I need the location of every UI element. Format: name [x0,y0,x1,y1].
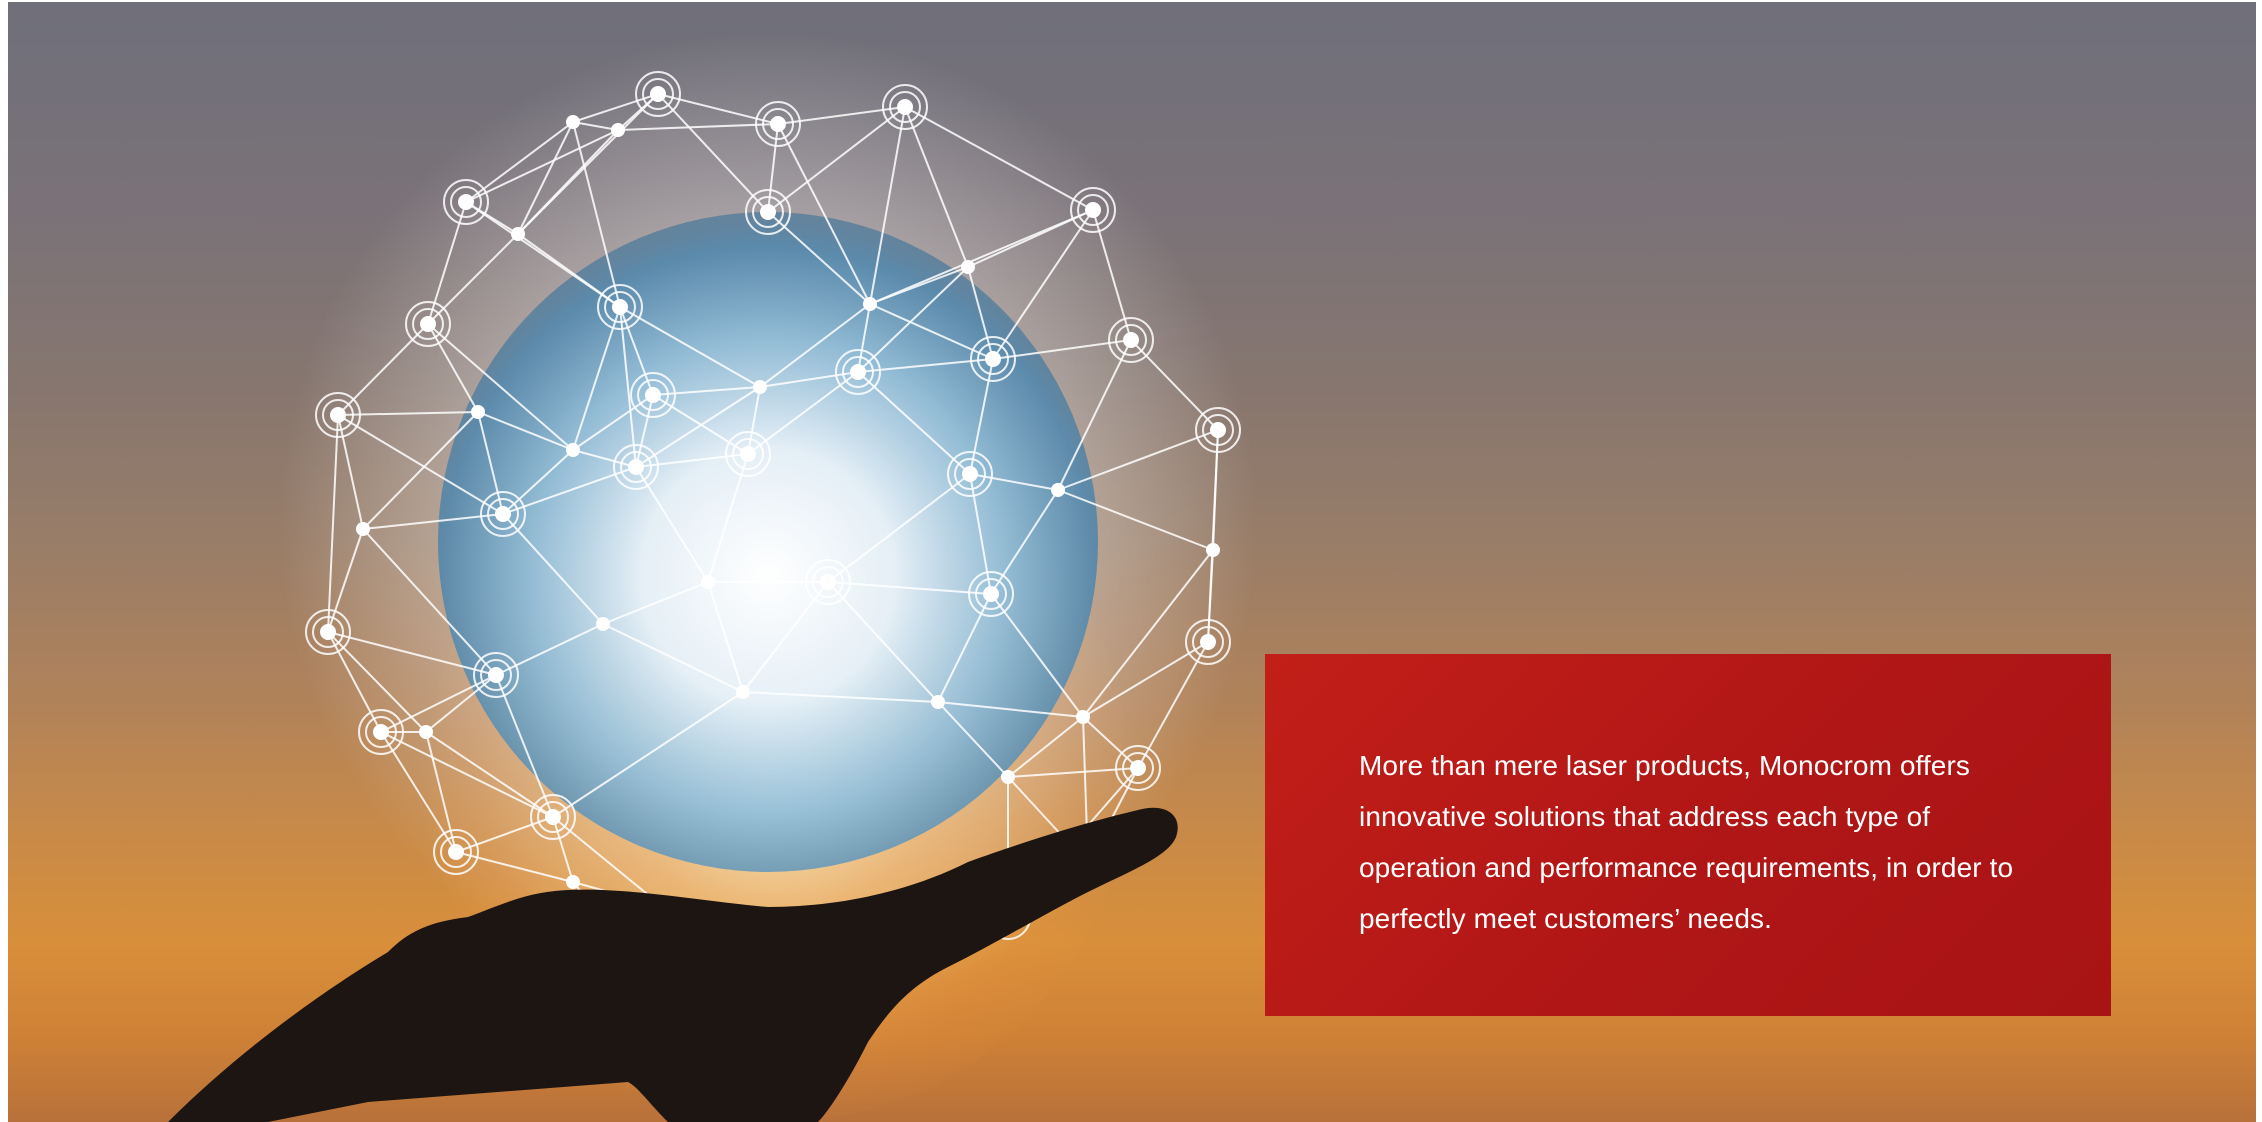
network-node [566,115,580,129]
network-node [356,522,370,536]
network-node [1001,770,1015,784]
network-node [931,695,945,709]
network-node [1115,745,1161,791]
network-node [1108,317,1154,363]
network-node [745,189,791,235]
info-box: More than mere laser products, Monocrom … [1265,654,2111,1016]
network-node [968,571,1014,617]
network-node [835,349,881,395]
globe [438,212,1098,872]
network-node [970,336,1016,382]
network-node [419,725,433,739]
network-node [961,260,975,274]
network-node [701,575,715,589]
network-node [566,443,580,457]
hero-banner: More than mere laser products, Monocrom … [8,2,2256,1122]
network-node [863,297,877,311]
network-node [805,559,851,605]
network-node [882,84,928,130]
network-node [635,71,681,117]
description-text: More than mere laser products, Monocrom … [1359,750,2014,934]
network-node [471,405,485,419]
network-node [405,301,451,347]
network-node [947,451,993,497]
network-node [597,284,643,330]
network-node [630,372,676,418]
network-node [1206,543,1220,557]
network-node [753,380,767,394]
network-node [305,609,351,655]
network-node [1076,710,1090,724]
network-node [755,101,801,147]
network-node [473,652,519,698]
network-node [358,709,404,755]
network-node [1051,483,1065,497]
network-node [443,179,489,225]
network-node [611,123,625,137]
network-node [1070,187,1116,233]
network-node [1195,407,1241,453]
network-node [725,431,771,477]
network-globe-illustration [168,32,1258,1122]
network-node [480,491,526,537]
network-node [613,444,659,490]
network-node [596,617,610,631]
network-node [736,685,750,699]
network-node [315,392,361,438]
network-node [566,875,580,889]
network-node [433,829,479,875]
network-node [1185,619,1231,665]
network-node [530,794,576,840]
network-node [511,227,525,241]
